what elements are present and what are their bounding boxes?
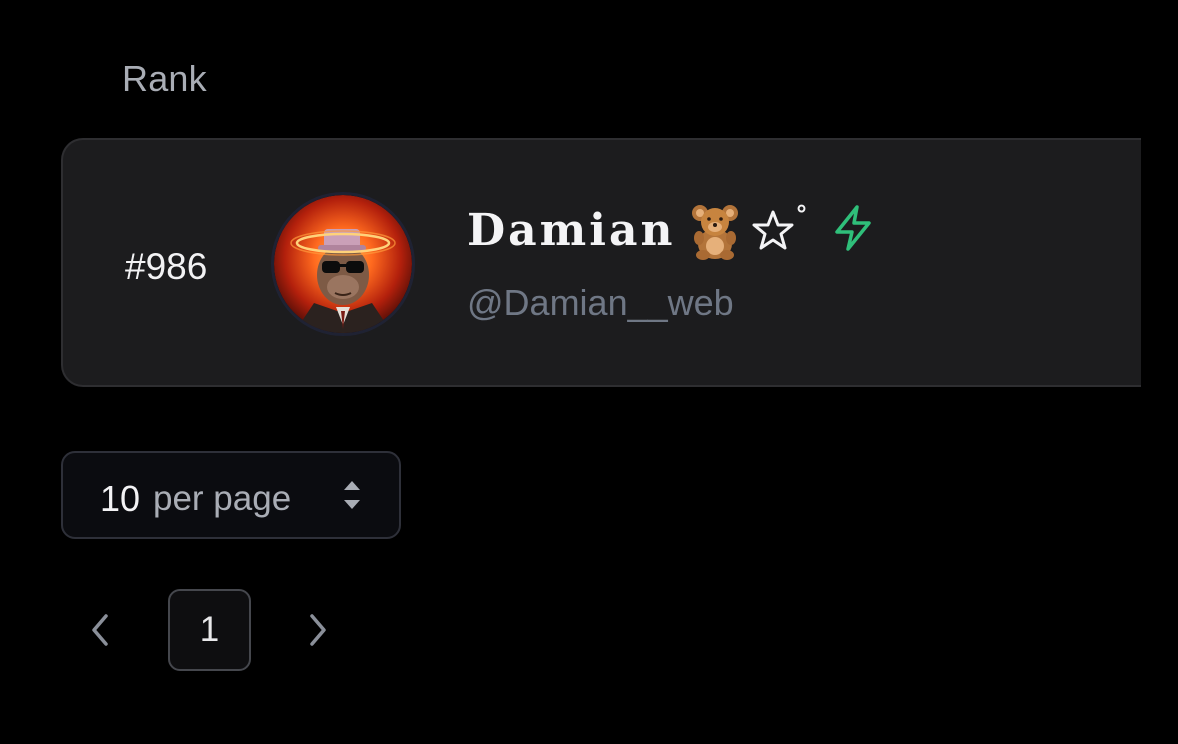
- avatar-portrait: [274, 195, 412, 333]
- star-outline-icon: [751, 208, 795, 252]
- user-handle[interactable]: @Damian__web: [467, 282, 734, 324]
- leaderboard-page: Rank #986 Damian ° @Damian__web 10 per p…: [0, 0, 1178, 744]
- chevron-up-down-icon: [339, 475, 365, 515]
- table-row[interactable]: #986 Damian ° @Damian__web: [61, 138, 1141, 387]
- display-name-text: Damian: [467, 204, 676, 256]
- display-name[interactable]: Damian °: [467, 200, 810, 260]
- per-page-select[interactable]: 10 per page: [61, 451, 401, 539]
- rank-column-header: Rank: [122, 58, 207, 99]
- chevron-left-icon: [80, 614, 120, 658]
- degree-symbol: °: [795, 199, 811, 229]
- previous-page-button[interactable]: [80, 606, 120, 654]
- lightning-icon: [831, 204, 875, 252]
- teddy-bear-icon: [685, 200, 745, 260]
- per-page-value: 10: [100, 478, 141, 519]
- next-page-button[interactable]: [298, 606, 338, 654]
- chevron-right-icon: [298, 614, 338, 658]
- avatar[interactable]: [271, 192, 415, 336]
- per-page-label: per page: [153, 479, 292, 518]
- rank-value: #986: [125, 246, 208, 287]
- page-number-button[interactable]: 1: [168, 589, 251, 671]
